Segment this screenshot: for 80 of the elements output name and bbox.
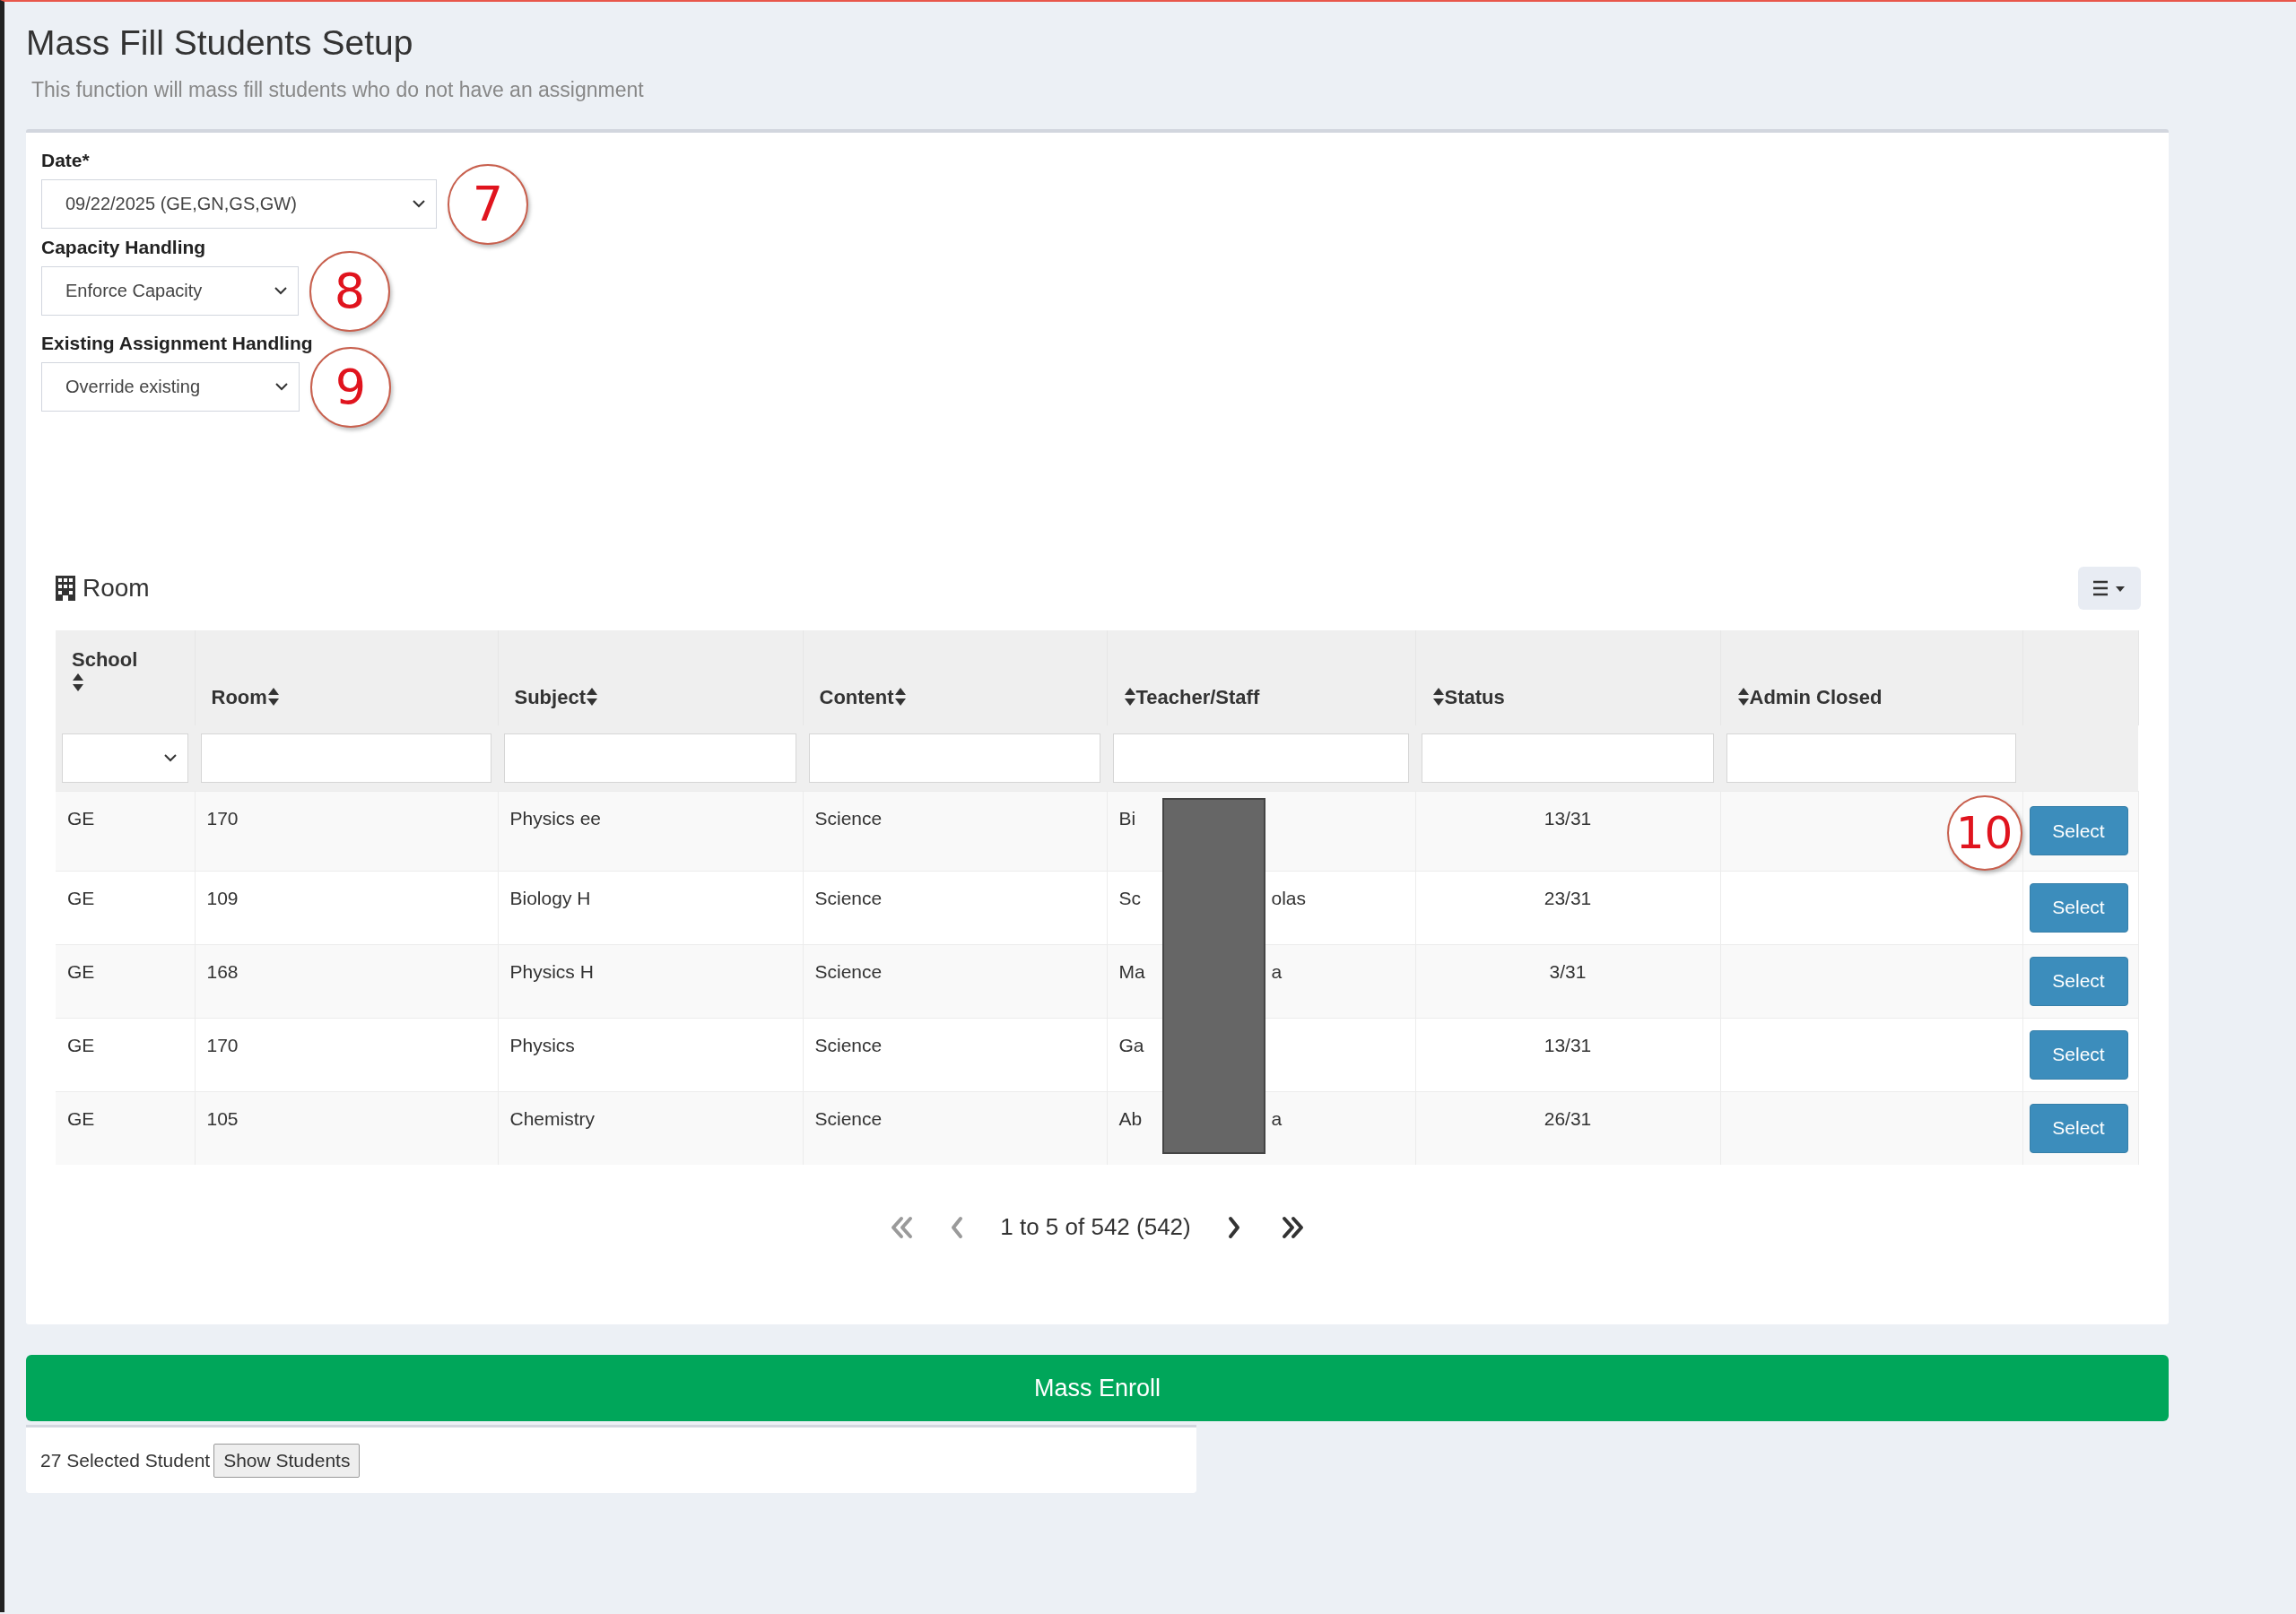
filter-input[interactable]: [1113, 733, 1409, 783]
column-header[interactable]: Content: [819, 686, 894, 708]
annotation-marker: 9: [310, 346, 391, 428]
menu-icon: [2092, 579, 2127, 597]
table-cell: 170: [206, 1034, 239, 1055]
table-cell-text: Ma: [1118, 960, 1146, 983]
table-cell-text: Ga: [1118, 1034, 1145, 1056]
page-subtitle: This function will mass fill students who do not have an assignment: [31, 77, 645, 102]
select-button[interactable]: Select: [2029, 956, 2128, 1006]
annotation-marker: 8: [309, 250, 390, 332]
page-title: Mass Fill Students Setup: [26, 22, 414, 64]
filter-input[interactable]: [504, 733, 796, 783]
table-cell: GE: [67, 1107, 95, 1129]
dropdown-field[interactable]: Override existing: [41, 362, 300, 412]
filter-input[interactable]: [809, 733, 1100, 783]
sort-icon[interactable]: [1123, 687, 1136, 707]
dropdown-caret-icon: [413, 200, 425, 208]
sort-icon[interactable]: [1736, 687, 1750, 707]
dropdown-field[interactable]: 09/22/2025 (GE,GN,GS,GW): [41, 179, 437, 229]
annotation-marker: 10: [1946, 794, 2022, 871]
column-header[interactable]: Subject: [514, 686, 586, 708]
pagination-summary: 1 to 5 of 542 (542): [1000, 1213, 1191, 1241]
table-cell: Chemistry: [509, 1107, 595, 1129]
table-cell: 3/31: [1549, 960, 1587, 982]
show-students-button[interactable]: Show Students: [213, 1443, 361, 1478]
column-menu-button[interactable]: [2078, 567, 2141, 610]
table-cell: Biology H: [509, 887, 591, 908]
table-cell: Physics ee: [509, 807, 602, 829]
sort-icon[interactable]: [893, 687, 907, 707]
table-cell: 26/31: [1544, 1107, 1592, 1129]
field-label: Capacity Handling: [41, 236, 207, 259]
column-header[interactable]: Teacher/Staff: [1135, 686, 1260, 708]
column-header[interactable]: Room: [211, 686, 267, 708]
select-button[interactable]: Select: [2029, 882, 2128, 933]
field-label: Date*: [41, 149, 91, 172]
table-cell: Science: [814, 1107, 883, 1129]
sort-icon[interactable]: [266, 687, 280, 707]
dropdown-caret-icon: [164, 753, 177, 762]
column-header[interactable]: Status: [1444, 686, 1505, 708]
table-cell: Science: [814, 1034, 883, 1055]
table-cell: GE: [67, 807, 95, 829]
table-cell: 168: [206, 960, 239, 982]
sort-icon[interactable]: [1431, 687, 1445, 707]
column-header[interactable]: School: [72, 648, 138, 671]
table-cell: a: [1271, 960, 1283, 982]
table-cell: 170: [206, 807, 239, 829]
table-cell: Science: [814, 807, 883, 829]
table-cell: 13/31: [1544, 807, 1592, 829]
table-cell-text: Bi: [1118, 807, 1137, 829]
annotation-marker: 7: [448, 163, 528, 245]
table-cell-text: Ab: [1118, 1107, 1144, 1130]
table-cell: 23/31: [1544, 887, 1592, 908]
dropdown-caret-icon: [275, 383, 288, 391]
table-cell: a: [1271, 1107, 1283, 1129]
sort-icon[interactable]: [72, 672, 84, 692]
table-cell: GE: [67, 960, 95, 982]
section-title: Room: [83, 574, 150, 603]
select-button[interactable]: Select: [2029, 1103, 2128, 1153]
dropdown-field[interactable]: Enforce Capacity: [41, 266, 299, 316]
column-header[interactable]: Admin Closed: [1749, 686, 1883, 708]
select-button[interactable]: Select: [2029, 806, 2128, 855]
filter-input[interactable]: [1726, 733, 2016, 783]
filter-input[interactable]: [1422, 733, 1714, 783]
table-cell-text: Sc: [1118, 887, 1142, 909]
table-cell: 13/31: [1544, 1034, 1592, 1055]
dropdown-caret-icon: [274, 287, 287, 295]
select-button[interactable]: Select: [2029, 1029, 2128, 1080]
filter-input[interactable]: [201, 733, 491, 783]
table-cell: 105: [206, 1107, 239, 1129]
table-cell: GE: [67, 887, 95, 908]
table-cell: Science: [814, 887, 883, 908]
table-cell: GE: [67, 1034, 95, 1055]
table-cell: Physics H: [509, 960, 594, 982]
table-cell: Physics: [509, 1034, 575, 1055]
table-cell: Science: [814, 960, 883, 982]
selected-count: 27 Selected Student: [40, 1449, 211, 1471]
sort-icon[interactable]: [585, 687, 598, 707]
table-cell: olas: [1271, 887, 1307, 908]
building-icon: [56, 576, 75, 601]
table-cell: 109: [206, 887, 239, 908]
